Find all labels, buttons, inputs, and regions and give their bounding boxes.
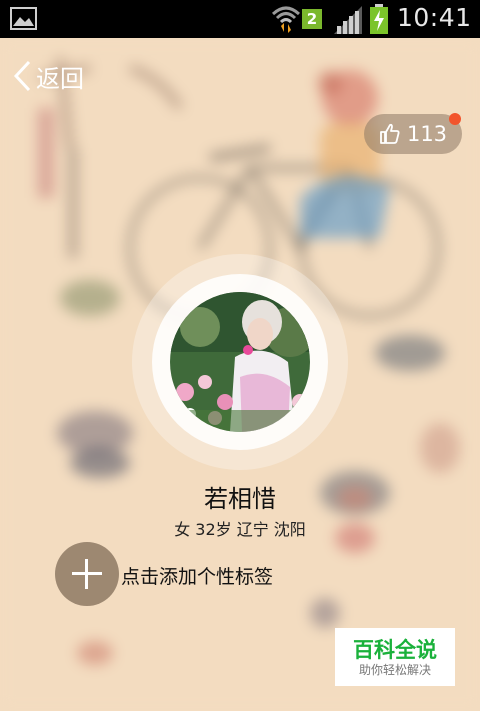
- notification-dot: [449, 113, 461, 125]
- status-bar: 2 10:41: [0, 0, 480, 38]
- profile-name: 若相惜: [204, 485, 276, 513]
- clock: 10:41: [397, 3, 472, 32]
- battery-charging-icon: [370, 4, 388, 34]
- chevron-left-icon: [13, 60, 31, 92]
- watermark-logo: 百科全说 助你轻松解决: [335, 628, 455, 686]
- signal-icon: [334, 6, 362, 34]
- back-button[interactable]: 返回: [12, 58, 84, 94]
- sim-badge: 2: [302, 9, 322, 29]
- back-label: 返回: [36, 64, 84, 93]
- watermark-title: 百科全说: [353, 638, 437, 662]
- profile-info: 女 32岁 辽宁 沈阳: [174, 520, 306, 539]
- avatar[interactable]: [170, 292, 310, 432]
- like-button[interactable]: 113: [364, 114, 462, 154]
- add-tag-label[interactable]: 点击添加个性标签: [121, 562, 273, 589]
- gallery-icon: [10, 7, 37, 30]
- watermark-subtitle: 助你轻松解决: [358, 663, 431, 677]
- thumbs-up-icon: [380, 123, 400, 144]
- wifi-icon: [271, 6, 301, 33]
- like-count: 113: [406, 122, 448, 146]
- add-tag-button[interactable]: [55, 542, 119, 606]
